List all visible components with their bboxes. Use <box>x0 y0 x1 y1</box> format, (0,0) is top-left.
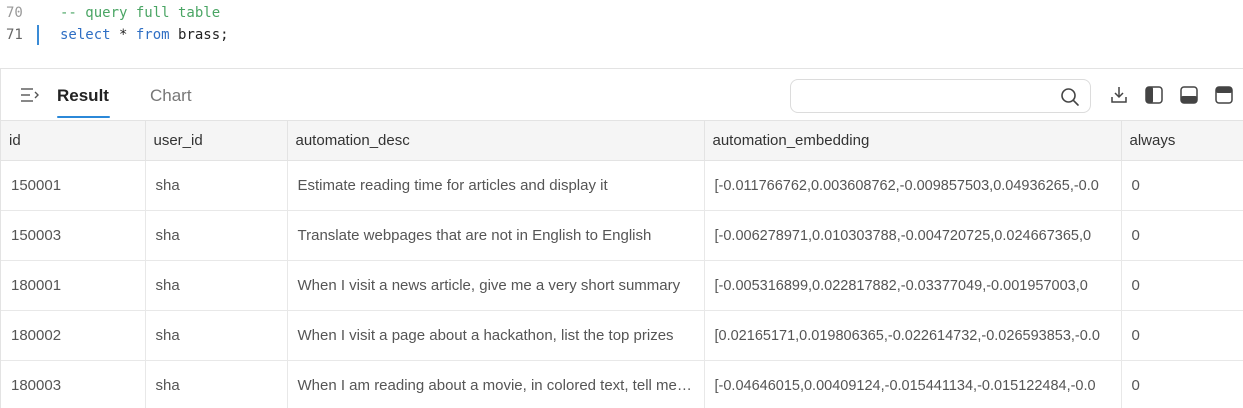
cell-id[interactable]: 180002 <box>1 310 146 361</box>
sql-keyword-select: select <box>60 27 111 43</box>
download-icon[interactable] <box>1109 85 1129 105</box>
cell-user-id[interactable]: sha <box>145 310 288 361</box>
cell-id[interactable]: 180003 <box>1 360 146 408</box>
layout-top-icon[interactable] <box>1214 85 1234 105</box>
column-header-user-id[interactable]: user_id <box>145 120 288 161</box>
column-header-automation-embedding[interactable]: automation_embedding <box>704 120 1122 161</box>
sql-statement: select * from brass; <box>60 24 229 46</box>
cell-id[interactable]: 150001 <box>1 160 146 211</box>
active-tab-indicator <box>57 116 110 118</box>
cell-automation-embedding[interactable]: [-0.005316899,0.022817882,-0.03377049,-0… <box>704 260 1122 311</box>
line-number: 70 <box>6 5 23 21</box>
table-row[interactable]: 180002 sha When I visit a page about a h… <box>1 310 1243 361</box>
result-toolbar: Result Chart <box>1 69 1243 120</box>
cell-user-id[interactable]: sha <box>145 360 288 408</box>
table-row[interactable]: 150003 sha Translate webpages that are n… <box>1 210 1243 261</box>
cell-user-id[interactable]: sha <box>145 160 288 211</box>
cell-automation-desc[interactable]: Translate webpages that are not in Engli… <box>287 210 705 261</box>
search-box[interactable] <box>790 79 1091 113</box>
cell-id[interactable]: 150003 <box>1 210 146 261</box>
active-line-marker <box>37 25 39 45</box>
cell-automation-desc[interactable]: When I visit a news article, give me a v… <box>287 260 705 311</box>
table-row[interactable]: 180003 sha When I am reading about a mov… <box>1 360 1243 408</box>
table-header-row: id user_id automation_desc automation_em… <box>1 120 1243 161</box>
sql-keyword-from: from <box>135 27 170 43</box>
result-panel: Result Chart id user_id automation_desc … <box>0 68 1243 408</box>
cell-always[interactable]: 0 <box>1121 210 1243 261</box>
cell-automation-desc[interactable]: Estimate reading time for articles and d… <box>287 160 705 211</box>
column-header-id[interactable]: id <box>1 120 146 161</box>
sql-text: * <box>110 27 136 43</box>
cell-always[interactable]: 0 <box>1121 160 1243 211</box>
cell-automation-embedding[interactable]: [-0.04646015,0.00409124,-0.015441134,-0.… <box>704 360 1122 408</box>
sql-comment: -- query full table <box>60 5 221 21</box>
cell-automation-desc[interactable]: When I am reading about a movie, in colo… <box>287 360 705 408</box>
cell-id[interactable]: 180001 <box>1 260 146 311</box>
column-header-automation-desc[interactable]: automation_desc <box>287 120 705 161</box>
sql-text: brass; <box>169 27 229 43</box>
cell-user-id[interactable]: sha <box>145 210 288 261</box>
menu-icon[interactable] <box>19 86 41 104</box>
search-input[interactable] <box>801 86 1051 106</box>
tab-chart[interactable]: Chart <box>150 86 192 106</box>
table-row[interactable]: 150001 sha Estimate reading time for art… <box>1 160 1243 211</box>
cell-automation-embedding[interactable]: [0.02165171,0.019806365,-0.022614732,-0.… <box>704 310 1122 361</box>
cell-always[interactable]: 0 <box>1121 310 1243 361</box>
cell-automation-embedding[interactable]: [-0.006278971,0.010303788,-0.004720725,0… <box>704 210 1122 261</box>
cell-always[interactable]: 0 <box>1121 360 1243 408</box>
search-icon[interactable] <box>1060 87 1080 107</box>
cell-always[interactable]: 0 <box>1121 260 1243 311</box>
layout-bottom-icon[interactable] <box>1179 85 1199 105</box>
result-table: id user_id automation_desc automation_em… <box>1 120 1243 408</box>
line-number: 71 <box>6 27 23 43</box>
cell-automation-embedding[interactable]: [-0.011766762,0.003608762,-0.009857503,0… <box>704 160 1122 211</box>
table-row[interactable]: 180001 sha When I visit a news article, … <box>1 260 1243 311</box>
code-line-71[interactable]: 71 select * from brass; <box>0 24 1243 46</box>
code-line-70[interactable]: 70 -- query full table <box>0 2 1243 24</box>
layout-left-icon[interactable] <box>1144 85 1164 105</box>
tab-result[interactable]: Result <box>57 86 109 106</box>
cell-user-id[interactable]: sha <box>145 260 288 311</box>
column-header-always[interactable]: always <box>1121 120 1243 161</box>
sql-editor[interactable]: 70 -- query full table 71 select * from … <box>0 0 1243 68</box>
cell-automation-desc[interactable]: When I visit a page about a hackathon, l… <box>287 310 705 361</box>
